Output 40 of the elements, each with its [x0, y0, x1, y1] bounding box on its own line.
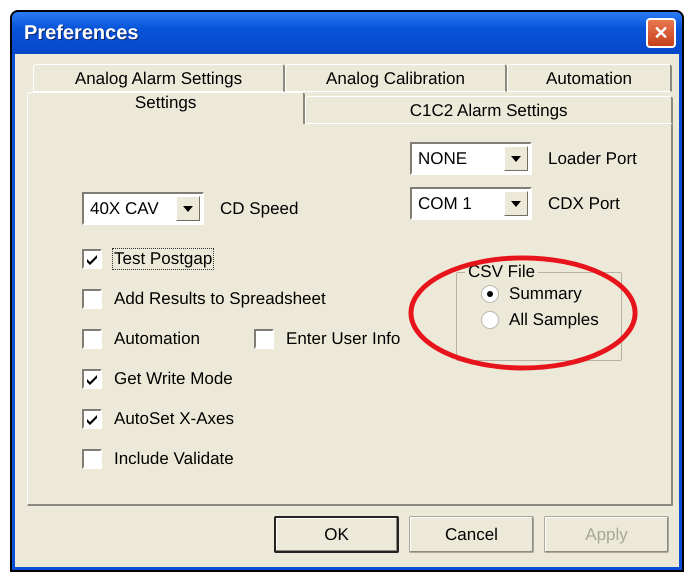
- dropdown-arrow-icon: [183, 206, 193, 212]
- checkbox[interactable]: [82, 409, 102, 429]
- dropdown[interactable]: COM 1: [410, 187, 532, 220]
- dropdown[interactable]: NONE: [410, 142, 532, 175]
- field-label: CDX Port: [548, 194, 620, 214]
- tab[interactable]: Automation: [507, 64, 672, 92]
- checkbox[interactable]: [82, 329, 102, 349]
- checkmark-icon: [86, 254, 98, 264]
- group-title: CSV File: [467, 262, 536, 282]
- window-title: Preferences: [24, 22, 139, 44]
- checkmark-icon: [86, 414, 98, 424]
- checkbox-label[interactable]: Enter User Info: [284, 328, 402, 350]
- dropdown[interactable]: 40X CAV: [82, 192, 204, 225]
- checkbox-label[interactable]: Test Postgap: [112, 248, 214, 270]
- radio-button[interactable]: [481, 285, 499, 303]
- dropdown-arrow-icon: [511, 156, 521, 162]
- checkbox[interactable]: [82, 289, 102, 309]
- tab[interactable]: Analog Alarm Settings: [33, 64, 285, 92]
- checkbox-label[interactable]: Get Write Mode: [112, 368, 235, 390]
- field-label: Loader Port: [548, 148, 637, 168]
- radio-label[interactable]: All Samples: [509, 310, 599, 330]
- tab[interactable]: C1C2 Alarm Settings: [305, 96, 673, 124]
- radio-label[interactable]: Summary: [509, 284, 582, 304]
- radio-button[interactable]: [481, 311, 499, 329]
- tab[interactable]: Analog Calibration: [285, 64, 507, 92]
- field-label: CD Speed: [220, 198, 298, 218]
- checkbox-label[interactable]: AutoSet X-Axes: [112, 408, 236, 430]
- dropdown-arrow-icon: [511, 200, 521, 206]
- close-button[interactable]: ✕: [646, 18, 676, 48]
- checkbox[interactable]: [82, 449, 102, 469]
- checkbox-label[interactable]: Automation: [112, 328, 202, 350]
- checkmark-icon: [86, 374, 98, 384]
- dialog-button[interactable]: Cancel: [409, 516, 534, 553]
- checkbox-label[interactable]: Add Results to Spreadsheet: [112, 288, 328, 310]
- checkbox-label[interactable]: Include Validate: [112, 448, 236, 470]
- checkbox[interactable]: [82, 369, 102, 389]
- checkbox[interactable]: [254, 329, 274, 349]
- dialog-button[interactable]: OK: [274, 516, 399, 553]
- tab[interactable]: Settings: [27, 92, 306, 124]
- checkbox[interactable]: [82, 249, 102, 269]
